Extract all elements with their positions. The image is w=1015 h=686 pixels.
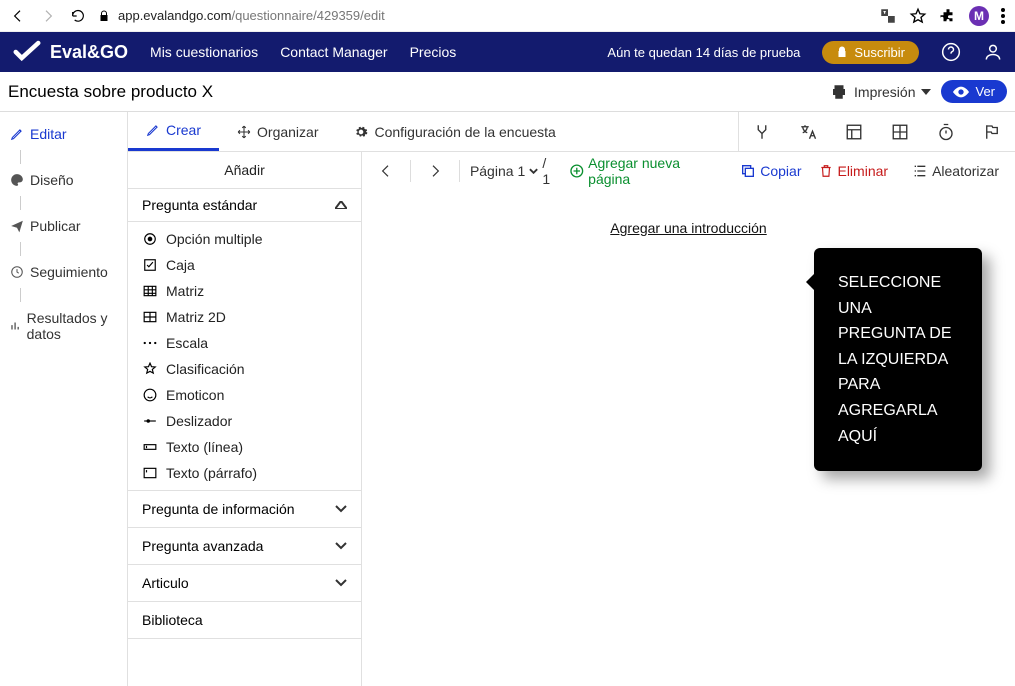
help-icon[interactable] xyxy=(941,42,961,62)
tool-grid-icon[interactable] xyxy=(877,112,923,151)
qtype-emoticon[interactable]: Emoticon xyxy=(128,382,361,408)
left-sidebar: Editar Diseño Publicar Seguimiento Resul… xyxy=(0,112,128,686)
matrix2d-icon xyxy=(142,309,158,325)
randomize-button[interactable]: Aleatorizar xyxy=(906,163,1005,179)
slider-icon xyxy=(142,413,158,429)
profile-avatar[interactable]: M xyxy=(969,6,989,26)
browser-back-icon[interactable] xyxy=(10,8,26,24)
qtype-text-line[interactable]: Texto (línea) xyxy=(128,434,361,460)
chevron-up-icon xyxy=(335,201,347,209)
printer-icon xyxy=(830,83,848,101)
canvas-tooltip: SELECCIONE UNA PREGUNTA DE LA IZQUIERDA … xyxy=(814,248,982,471)
translate-icon[interactable] xyxy=(879,7,897,25)
radio-icon xyxy=(142,231,158,247)
sidebar-item-edit[interactable]: Editar xyxy=(6,120,121,148)
add-panel-heading: Añadir xyxy=(128,152,361,188)
list-icon xyxy=(912,164,928,178)
move-icon xyxy=(237,125,251,139)
survey-title[interactable]: Encuesta sobre producto X xyxy=(8,82,830,102)
editor-canvas: Página 1 / 1 Agregar nueva página Copiar xyxy=(362,152,1015,686)
tab-organize[interactable]: Organizar xyxy=(219,112,336,151)
nav-contact-manager[interactable]: Contact Manager xyxy=(280,44,387,60)
tool-translate-icon[interactable] xyxy=(785,112,831,151)
page-selector[interactable]: Página 1 / 1 xyxy=(470,155,557,187)
qtype-slider[interactable]: Deslizador xyxy=(128,408,361,434)
browser-reload-icon[interactable] xyxy=(70,8,86,24)
plus-circle-icon xyxy=(569,163,585,179)
add-intro-link[interactable]: Agregar una introducción xyxy=(362,220,1015,236)
account-icon[interactable] xyxy=(983,42,1003,62)
copy-icon xyxy=(740,163,756,179)
page-next-button[interactable] xyxy=(421,163,449,179)
bar-chart-icon xyxy=(10,319,21,333)
accordion-info-question[interactable]: Pregunta de información xyxy=(128,490,361,527)
url-host: app.evalandgo.com xyxy=(118,8,231,23)
nav-my-surveys[interactable]: Mis cuestionarios xyxy=(150,44,258,60)
tool-layout-icon[interactable] xyxy=(831,112,877,151)
address-bar[interactable]: app.evalandgo.com/questionnaire/429359/e… xyxy=(98,8,867,23)
star-icon[interactable] xyxy=(909,7,927,25)
caret-down-icon xyxy=(921,89,931,95)
sidebar-item-tracking[interactable]: Seguimiento xyxy=(6,258,121,286)
matrix-icon xyxy=(142,283,158,299)
qtype-matrix[interactable]: Matriz xyxy=(128,278,361,304)
lock-icon xyxy=(836,46,848,58)
subscribe-button[interactable]: Suscribir xyxy=(822,41,919,64)
clock-icon xyxy=(10,265,24,279)
view-button[interactable]: Ver xyxy=(941,80,1007,103)
accordion-advanced-question[interactable]: Pregunta avanzada xyxy=(128,527,361,564)
smile-icon xyxy=(142,387,158,403)
eye-icon xyxy=(953,86,969,98)
tool-timer-icon[interactable] xyxy=(923,112,969,151)
url-path: /questionnaire/429359/edit xyxy=(231,8,384,23)
pencil-icon xyxy=(146,123,160,137)
extensions-icon[interactable] xyxy=(939,7,957,25)
qtype-matrix2d[interactable]: Matriz 2D xyxy=(128,304,361,330)
sidebar-item-results[interactable]: Resultados y datos xyxy=(6,304,121,348)
browser-forward-icon[interactable] xyxy=(40,8,56,24)
sidebar-item-publish[interactable]: Publicar xyxy=(6,212,121,240)
logo-check-icon xyxy=(12,40,42,64)
print-button[interactable]: Impresión xyxy=(830,83,931,101)
brand-logo[interactable]: Eval&GO xyxy=(12,40,128,64)
caret-down-icon xyxy=(529,168,538,174)
delete-page-button[interactable]: Eliminar xyxy=(813,163,894,179)
trial-message: Aún te quedan 14 días de prueba xyxy=(607,45,800,60)
sidebar-item-design[interactable]: Diseño xyxy=(6,166,121,194)
add-panel: Añadir Pregunta estándar Opción multiple… xyxy=(128,152,362,686)
accordion-article[interactable]: Articulo xyxy=(128,564,361,601)
chevron-down-icon xyxy=(335,505,347,513)
trash-icon xyxy=(819,163,833,179)
qtype-multiple-choice[interactable]: Opción multiple xyxy=(128,226,361,252)
palette-icon xyxy=(10,173,24,187)
copy-page-button[interactable]: Copiar xyxy=(734,163,807,179)
text-para-icon xyxy=(142,465,158,481)
qtype-text-paragraph[interactable]: Texto (párrafo) xyxy=(128,460,361,486)
send-icon xyxy=(10,219,24,233)
checkbox-icon xyxy=(142,257,158,273)
accordion-standard-question[interactable]: Pregunta estándar xyxy=(128,188,361,222)
qtype-checkbox[interactable]: Caja xyxy=(128,252,361,278)
chevron-down-icon xyxy=(335,579,347,587)
nav-pricing[interactable]: Precios xyxy=(410,44,457,60)
tab-settings[interactable]: Configuración de la encuesta xyxy=(336,112,573,151)
add-page-button[interactable]: Agregar nueva página xyxy=(563,155,729,187)
pencil-icon xyxy=(10,127,24,141)
tool-flag-icon[interactable] xyxy=(969,112,1015,151)
chevron-down-icon xyxy=(335,542,347,550)
page-prev-button[interactable] xyxy=(372,163,400,179)
text-line-icon xyxy=(142,439,158,455)
star-icon xyxy=(142,361,158,377)
tool-branching-icon[interactable] xyxy=(739,112,785,151)
menu-dots-icon[interactable] xyxy=(1001,8,1005,24)
qtype-scale[interactable]: Escala xyxy=(128,330,361,356)
accordion-library[interactable]: Biblioteca xyxy=(128,601,361,639)
tab-create[interactable]: Crear xyxy=(128,112,219,151)
qtype-ranking[interactable]: Clasificación xyxy=(128,356,361,382)
lock-icon xyxy=(98,9,110,23)
scale-icon xyxy=(142,335,158,351)
gear-icon xyxy=(354,125,368,139)
